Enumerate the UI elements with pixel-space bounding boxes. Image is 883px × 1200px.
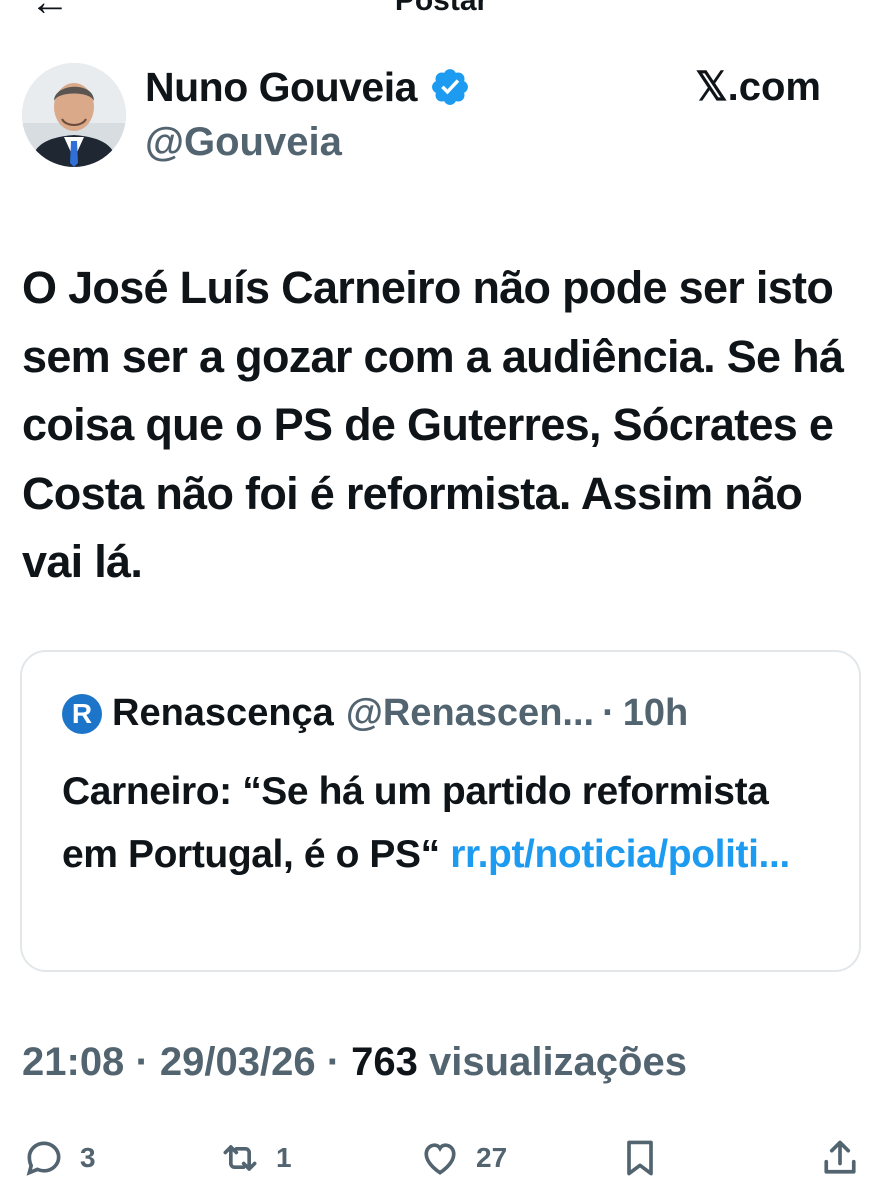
reply-count: 3 xyxy=(80,1142,96,1173)
action-bar: 3 1 27 xyxy=(0,1130,883,1190)
author-name-row: Nuno Gouveia xyxy=(145,62,471,112)
quoted-post-time: 10h xyxy=(622,692,689,734)
reply-button[interactable]: 3 xyxy=(22,1136,96,1180)
separator-dot: · xyxy=(135,1040,149,1084)
repost-icon xyxy=(223,1145,257,1171)
reply-icon xyxy=(26,1141,61,1176)
post-meta: 21:08 · 29/03/26 · 763 visualizações xyxy=(22,1040,687,1085)
page-title: Postar xyxy=(394,0,489,17)
like-button[interactable]: 27 xyxy=(418,1136,507,1180)
author-name[interactable]: Nuno Gouveia xyxy=(145,64,417,111)
verified-icon[interactable] xyxy=(429,66,471,108)
like-count: 27 xyxy=(476,1142,508,1173)
share-icon xyxy=(824,1140,856,1174)
more-icon[interactable]: ··· xyxy=(799,0,839,17)
tweet-text: O José Luís Carneiro não pode ser isto s… xyxy=(22,262,844,587)
share-button[interactable] xyxy=(818,1136,862,1180)
post-date: 29/03/26 xyxy=(159,1040,316,1084)
author-handle[interactable]: @Gouveia xyxy=(145,120,342,165)
repost-count: 1 xyxy=(276,1142,292,1173)
quoted-author-name: Renascença xyxy=(112,692,334,734)
separator-dot: · xyxy=(326,1040,341,1084)
bookmark-button[interactable] xyxy=(618,1136,662,1180)
renascenca-logo-icon: R xyxy=(62,693,102,734)
top-bar: ← Postar ··· xyxy=(0,0,883,22)
repost-button[interactable]: 1 xyxy=(218,1136,292,1180)
quoted-post-header: R Renascença @Renascen... · 10h xyxy=(62,692,688,735)
source-label: 𝕏.com xyxy=(695,65,821,109)
avatar[interactable] xyxy=(22,63,126,167)
post-time: 21:08 xyxy=(22,1040,125,1084)
views-count: 763 xyxy=(351,1040,418,1084)
views-label: visualizações xyxy=(429,1040,687,1084)
quoted-post-card[interactable]: R Renascença @Renascen... · 10h Carneiro… xyxy=(20,650,861,972)
quoted-post-link[interactable]: rr.pt/noticia/politi... xyxy=(450,833,790,876)
bookmark-icon xyxy=(627,1140,653,1176)
like-icon xyxy=(424,1143,456,1175)
separator-dot: · xyxy=(602,692,615,734)
quoted-post-text: Carneiro: “Se há um partido reformista e… xyxy=(62,760,822,886)
quoted-author-handle: @Renascen... xyxy=(345,692,595,734)
